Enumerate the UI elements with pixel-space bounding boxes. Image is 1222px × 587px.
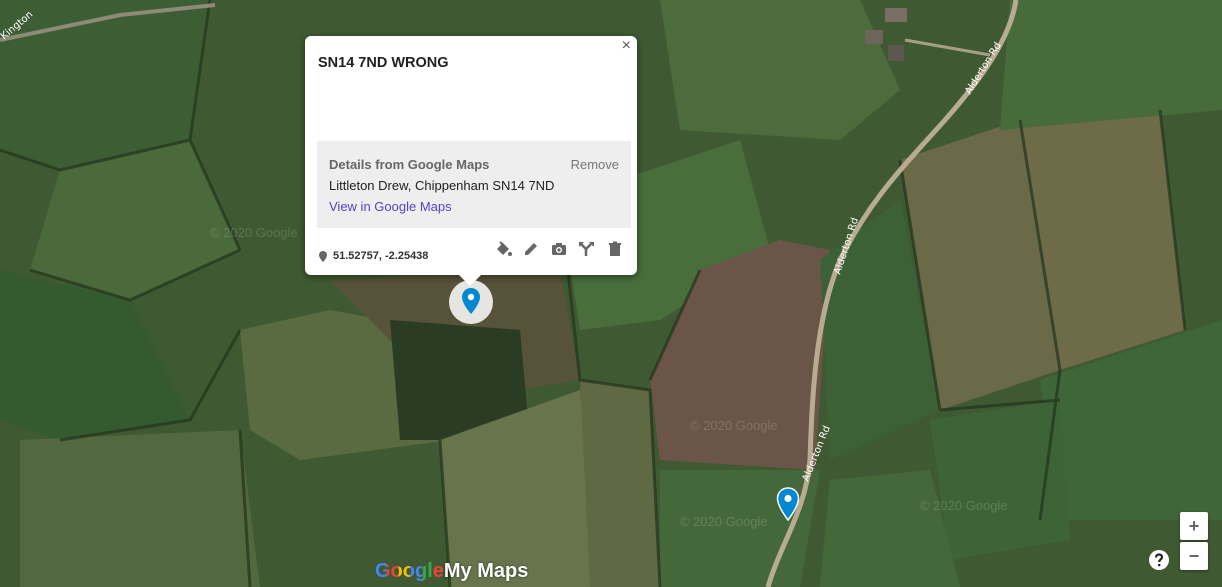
close-icon[interactable]: × [622,37,631,55]
logo-mymaps: My Maps [443,560,529,582]
farm-building [885,8,907,22]
coordinates-text: 51.52757, -2.25438 [333,250,429,262]
map-pin-icon [462,288,480,314]
trash-icon[interactable] [605,239,625,259]
remove-details-button[interactable]: Remove [571,157,619,172]
paint-bucket-icon[interactable] [493,239,513,259]
place-info-popup: × SN14 7ND WRONG Details from Google Map… [305,36,637,275]
pin-icon [319,250,327,262]
farm-building [865,30,883,44]
logo-google: Google [375,560,444,582]
selected-place-marker[interactable] [449,280,493,324]
google-my-maps-logo: GoogleMy Maps [375,560,528,583]
pencil-icon[interactable] [521,239,541,259]
help-button[interactable] [1148,549,1170,571]
place-marker[interactable] [776,487,800,522]
coordinates: 51.52757, -2.25438 [319,250,428,262]
popup-toolbar [493,239,625,259]
google-maps-details: Details from Google Maps Remove Littleto… [317,141,631,228]
place-title: SN14 7ND WRONG [318,55,449,71]
field [930,400,1070,560]
directions-icon[interactable] [577,239,597,259]
map-watermark: © 2020 Google [920,498,1008,513]
help-icon [1149,550,1169,570]
field [580,380,660,587]
zoom-in-button[interactable]: + [1180,512,1208,540]
map-watermark: © 2020 Google [210,225,298,240]
camera-icon[interactable] [549,239,569,259]
details-heading: Details from Google Maps [329,157,490,172]
field [660,0,900,140]
farm-building [888,45,904,61]
zoom-out-button[interactable]: − [1180,542,1208,570]
field [1000,0,1222,130]
map-watermark: © 2020 Google [690,418,778,433]
map-pin-icon [776,487,800,522]
map-watermark: © 2020 Google [680,514,768,529]
field [20,430,260,587]
view-in-google-maps-link[interactable]: View in Google Maps [329,199,452,214]
place-address: Littleton Drew, Chippenham SN14 7ND [329,178,555,193]
